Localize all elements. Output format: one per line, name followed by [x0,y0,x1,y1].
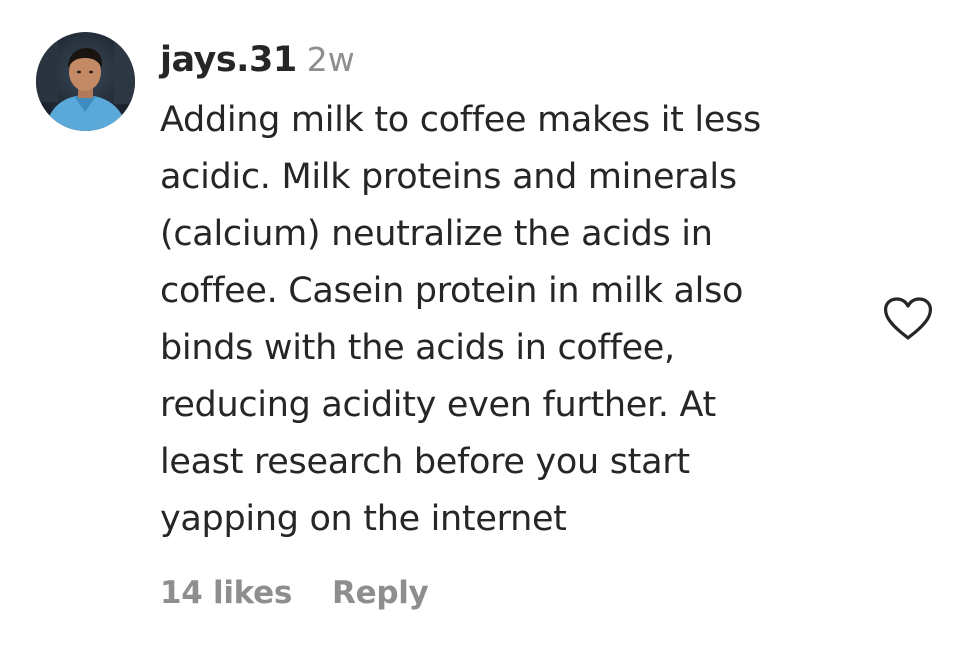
comment-item: jays.31 2w Adding milk to coffee makes i… [0,0,980,653]
comment-text-line: (calcium) neutralize the acids in [160,214,713,254]
timestamp[interactable]: 2w [307,40,355,79]
comment-text-line: least research before you start [160,442,690,482]
avatar-image [36,32,135,131]
reply-button[interactable]: Reply [332,575,429,611]
comment-text: Adding milk to coffee makes it less acid… [160,92,860,548]
heart-outline-icon[interactable] [882,296,934,342]
comment-text-line: coffee. Casein protein in milk also [160,271,744,311]
comment-header: jays.31 2w [160,40,355,86]
comment-text-line: acidic. Milk proteins and minerals [160,157,737,197]
comment-text-line: reducing acidity even further. At [160,385,716,425]
username-link[interactable]: jays.31 [160,40,297,80]
comment-text-line: binds with the acids in coffee, [160,328,675,368]
comment-actions: 14 likes Reply [160,575,429,611]
comment-text-line: Adding milk to coffee makes it less [160,100,761,140]
comment-text-line: yapping on the internet [160,499,567,539]
avatar[interactable] [36,32,135,131]
likes-count[interactable]: 14 likes [160,575,292,611]
